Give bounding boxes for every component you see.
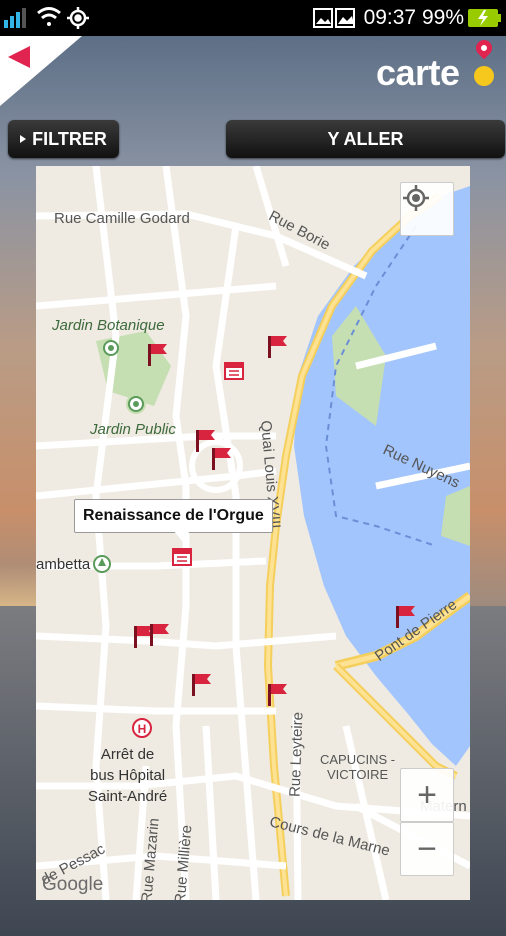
filter-button[interactable]: FILTRER <box>8 120 119 158</box>
signal-icon <box>4 8 26 28</box>
calendar-icon <box>224 362 244 380</box>
go-label: Y ALLER <box>327 128 404 149</box>
status-bar: 09:37 99% <box>0 0 506 36</box>
play-icon <box>20 135 27 143</box>
back-arrow-icon[interactable] <box>8 46 30 68</box>
gallery-icon <box>335 8 355 28</box>
crosshair-icon <box>403 185 429 211</box>
flag-icon <box>148 344 167 366</box>
logo-dot <box>474 66 494 86</box>
zoom-in-button[interactable]: + <box>400 768 454 822</box>
map-view[interactable]: Rue Camille Godard Rue Borie Quai Louis … <box>36 166 470 900</box>
google-attribution: Google <box>42 874 104 895</box>
flag-icon <box>212 448 231 470</box>
tree-icon <box>93 555 111 573</box>
svg-text:H: H <box>138 722 147 736</box>
flag-icon <box>192 674 211 696</box>
calendar-icon <box>172 548 192 566</box>
flag-icon <box>396 606 415 628</box>
flag-icon <box>268 684 287 706</box>
time-text: 09:37 <box>363 6 417 29</box>
zoom-out-button[interactable]: − <box>400 822 454 876</box>
wifi-icon <box>37 7 61 26</box>
hospital-icon: H <box>132 718 152 738</box>
filter-label: FILTRER <box>32 128 107 149</box>
status-time: 09:37 99% <box>364 6 464 30</box>
image-icon <box>313 8 333 28</box>
go-button[interactable]: Y ALLER <box>226 120 505 158</box>
gps-icon <box>67 7 89 29</box>
park-icon <box>103 340 119 356</box>
app-logo: carte <box>376 52 460 93</box>
my-location-button[interactable] <box>400 182 454 236</box>
park-icon <box>128 396 144 412</box>
flag-icon <box>268 336 287 358</box>
battery-icon <box>468 9 501 27</box>
event-callout[interactable]: Renaissance de l'Orgue <box>74 499 273 541</box>
battery-text: 99% <box>421 6 464 29</box>
flag-icon <box>150 624 169 646</box>
